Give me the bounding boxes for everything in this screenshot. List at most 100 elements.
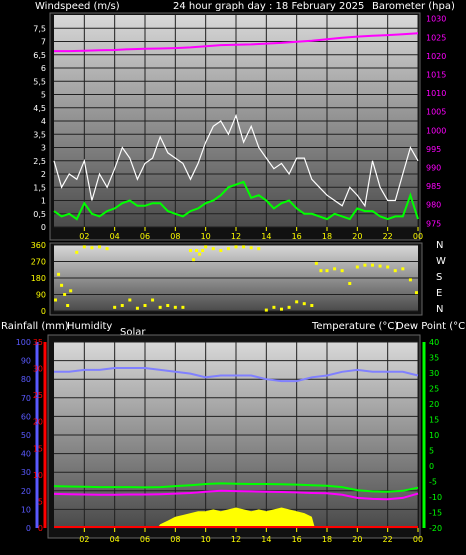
climate-hour-label: 18: [322, 535, 332, 544]
direction-point: [143, 304, 147, 307]
wind-hour-label: 04: [110, 232, 120, 241]
windspeed-ticks: 0 0,5 1 1,5 2 2,5 3 3,5 4 4,5 5 5,5 6 6,5 7 7,5: [33, 24, 46, 232]
climate-hour-label: 14: [261, 535, 271, 544]
direction-tick-label: 360: [31, 241, 46, 250]
direction-point: [272, 305, 276, 309]
direction-point: [54, 298, 58, 302]
direction-point: [234, 245, 238, 249]
temperature-tick-label: -20: [429, 524, 442, 533]
barometer-tick-label: 1005: [426, 108, 446, 117]
wind-hour-label: 22: [383, 232, 393, 241]
humidity-tick-label: 40: [21, 450, 31, 459]
direction-point: [226, 247, 230, 251]
compass-n-top: N: [436, 240, 443, 251]
direction-point: [192, 258, 196, 262]
direction-point: [414, 291, 418, 295]
barometer-tick-label: 1010: [426, 89, 446, 98]
direction-point: [195, 249, 199, 252]
windspeed-tick-label: 1,5: [33, 183, 46, 192]
direction-point: [113, 305, 117, 309]
direction-point: [310, 304, 314, 307]
direction-point: [75, 250, 79, 254]
humidity-tick-label: 10: [21, 505, 31, 514]
direction-point: [314, 261, 318, 265]
windspeed-tick-label: 5,5: [33, 77, 46, 86]
temperature-tick-label: 40: [429, 338, 439, 347]
rainfall-tick-label: 25: [33, 391, 43, 400]
direction-point: [287, 305, 291, 309]
humidity-tick-label: 60: [21, 412, 31, 421]
direction-point: [393, 269, 397, 273]
wind-hour-label: 06: [140, 232, 150, 241]
direction-point: [173, 305, 177, 309]
windspeed-tick-label: 3,5: [33, 130, 46, 139]
direction-point: [264, 308, 268, 312]
climate-hour-label: 04: [110, 535, 120, 544]
windspeed-tick-label: 1: [41, 197, 46, 206]
wind-hour-label: 18: [322, 232, 332, 241]
humidity-tick-label: 80: [21, 375, 31, 384]
temperature-tick-label: 25: [429, 385, 439, 394]
wind-hour-label: 20: [352, 232, 362, 241]
temperature-axis-label: Temperature (°C): [311, 321, 398, 332]
rainfall-tick-label: 20: [33, 418, 43, 427]
direction-point: [355, 265, 359, 269]
direction-point: [295, 300, 299, 304]
compass-n-bottom: N: [436, 304, 443, 315]
direction-point: [211, 247, 215, 251]
direction-point: [60, 283, 64, 287]
humidity-tick-label: 50: [21, 431, 31, 440]
direction-point: [257, 247, 261, 251]
temperature-tick-label: 0: [429, 462, 434, 471]
direction-point: [242, 245, 246, 249]
direction-point: [348, 282, 352, 285]
climate-hour-label: 20: [352, 535, 362, 544]
barometer-tick-label: 1030: [426, 15, 446, 24]
windspeed-tick-label: 4: [41, 117, 46, 126]
direction-tick-label: 0: [41, 307, 46, 316]
temperature-tick-label: 20: [429, 400, 439, 409]
barometer-ticks: 975 980 985 990 995 1000 1005 1010 1015 1020 1025 1…: [426, 15, 446, 229]
direction-tick-label: 270: [31, 258, 46, 267]
direction-point: [401, 267, 405, 271]
wind-hour-label: 00: [413, 232, 423, 241]
chart-title: 24 hour graph day : 18 February 2025: [173, 1, 364, 12]
direction-point: [98, 245, 101, 249]
compass-labels: N W S E N: [436, 240, 446, 315]
climate-hour-label: 06: [140, 535, 150, 544]
direction-point: [82, 245, 86, 249]
wind-hour-label: 02: [79, 232, 89, 241]
direction-point: [189, 249, 192, 252]
compass-w: W: [436, 256, 446, 267]
direction-point: [90, 246, 94, 250]
direction-point: [135, 306, 139, 310]
direction-point: [66, 304, 70, 307]
windspeed-tick-label: 7: [41, 38, 46, 47]
windspeed-tick-label: 2: [41, 170, 46, 179]
temperature-tick-label: 15: [429, 416, 439, 425]
barometer-tick-label: 1025: [426, 33, 446, 42]
direction-point: [219, 249, 223, 252]
direction-point: [378, 264, 382, 268]
direction-point: [69, 289, 73, 293]
climate-hour-label: 00: [413, 535, 423, 544]
direction-point: [181, 305, 185, 309]
windspeed-tick-label: 2,5: [33, 157, 46, 166]
temperature-tick-label: 10: [429, 431, 439, 440]
humidity-tick-label: 0: [26, 524, 31, 533]
direction-point: [198, 252, 202, 256]
direction-ticks: 0 90 180 270 360: [31, 241, 46, 316]
direction-point: [105, 247, 109, 251]
wind-hour-label: 10: [201, 232, 211, 241]
direction-point: [249, 246, 253, 250]
direction-point: [325, 269, 329, 273]
direction-tick-label: 90: [36, 291, 46, 300]
temperature-tick-label: 5: [429, 447, 434, 456]
humidity-tick-label: 100: [16, 338, 31, 347]
direction-point: [57, 272, 61, 276]
compass-e: E: [436, 288, 442, 299]
weather-graph: Windspeed (m/s) 24 hour graph day : 18 F…: [1, 1, 466, 544]
barometer-tick-label: 995: [426, 145, 441, 154]
windspeed-tick-label: 6,5: [33, 51, 46, 60]
rainfall-tick-label: 5: [38, 497, 43, 506]
